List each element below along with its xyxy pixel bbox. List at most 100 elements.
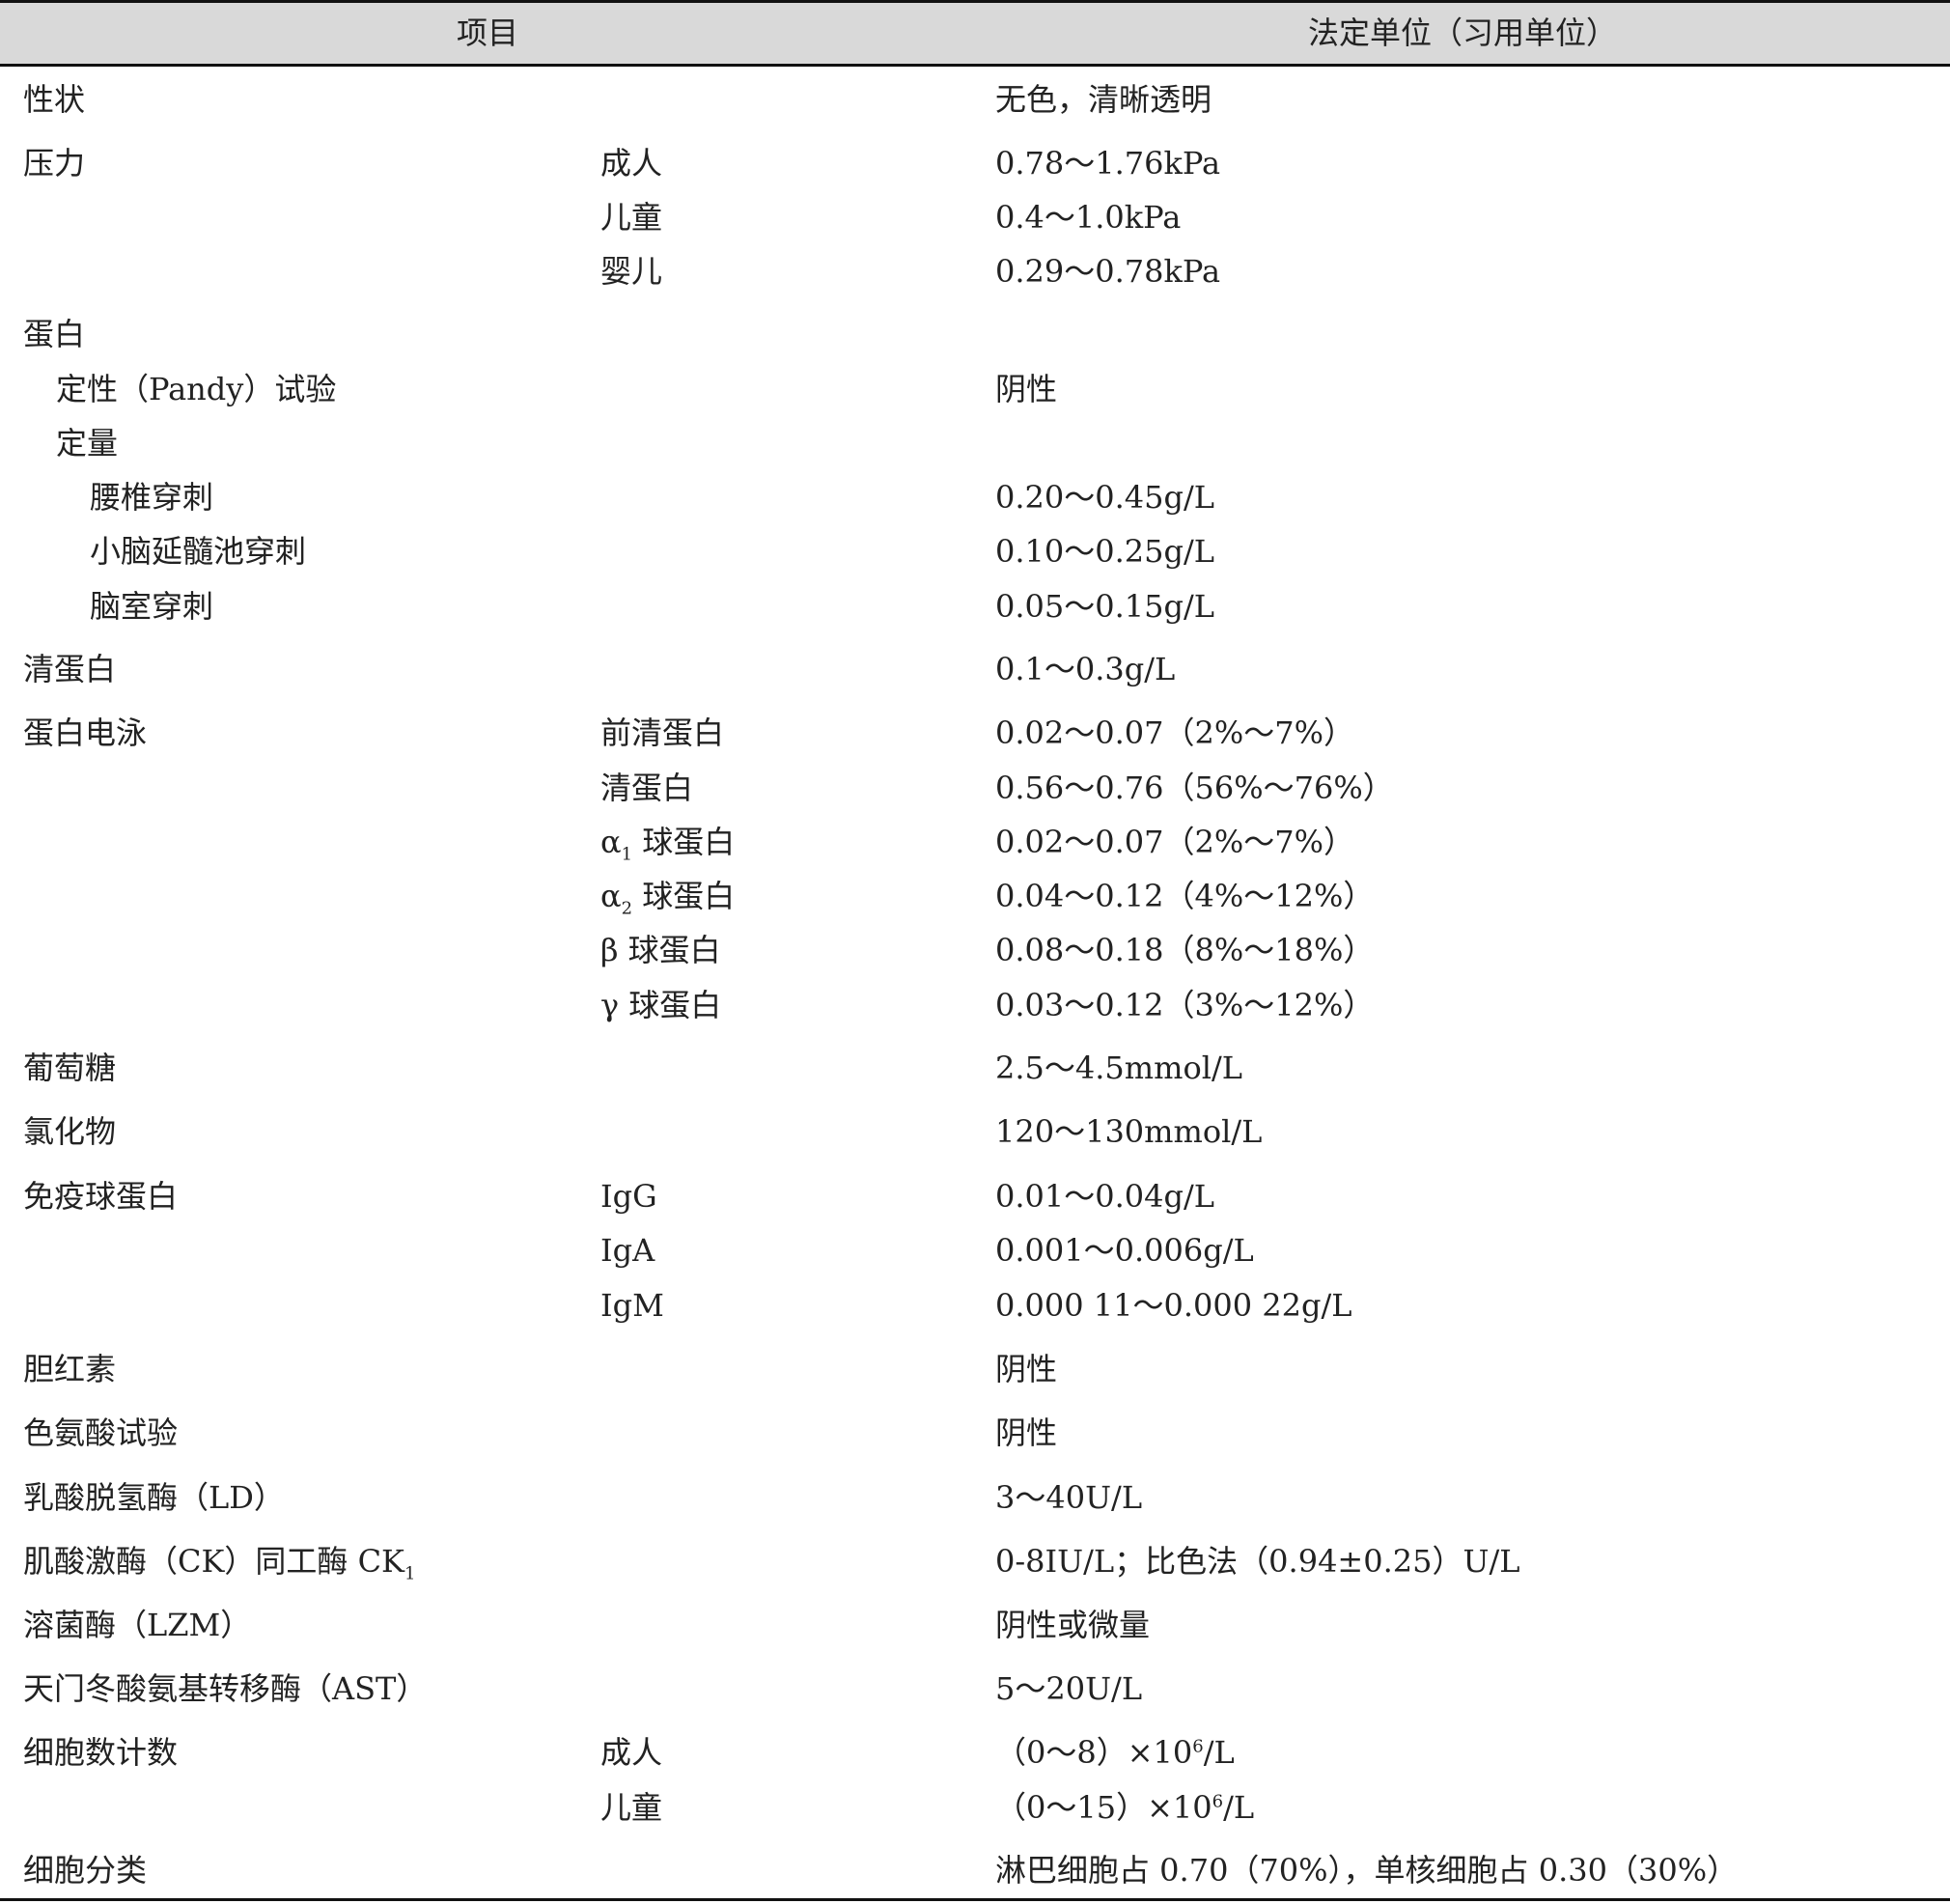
value-cell: 阴性 [995, 1414, 1058, 1451]
value-cell: 阴性 [995, 371, 1058, 407]
table-row: 清蛋白 0.1～0.3g/L [0, 642, 1950, 696]
item-cell: 天门冬酸氨基转移酶（AST） [23, 1670, 428, 1707]
subitem-cell: 婴儿 [600, 253, 663, 290]
subitem-cell: 儿童 [600, 1789, 663, 1826]
table-row: 乳酸脱氢酶（LD） 3～40U/L [0, 1470, 1950, 1525]
value-cell: 无色，清晰透明 [995, 81, 1212, 118]
item-cell: 定性（Pandy）试验 [56, 371, 337, 407]
table-row: 压力 成人 0.78～1.76kPa [0, 136, 1950, 190]
value-cell: 0.20～0.45g/L [995, 479, 1215, 516]
table-bottom-rule [0, 1898, 1950, 1901]
table-row: 葡萄糖 2.5～4.5mmol/L [0, 1041, 1950, 1095]
table-row: γ 球蛋白 0.03～0.12（3%～12%） [0, 978, 1950, 1032]
table-row: 蛋白 [0, 307, 1950, 361]
item-cell: 腰椎穿刺 [90, 479, 214, 516]
subitem-cell: γ 球蛋白 [600, 987, 722, 1023]
value-cell: 0.56～0.76（56%～76%） [995, 770, 1394, 806]
item-cell: 胆红素 [23, 1351, 117, 1387]
item-cell: 细胞数计数 [23, 1734, 179, 1771]
table-header-rule [0, 64, 1950, 67]
table-row: 天门冬酸氨基转移酶（AST） 5～20U/L [0, 1662, 1950, 1716]
item-cell: 压力 [23, 145, 86, 182]
table-row: 儿童 0.4～1.0kPa [0, 190, 1950, 244]
table-row: 胆红素 阴性 [0, 1342, 1950, 1396]
table-row: 定量 [0, 416, 1950, 470]
value-cell: 0.78～1.76kPa [995, 145, 1221, 182]
value-cell: 2.5～4.5mmol/L [995, 1050, 1243, 1086]
subitem-cell: 成人 [600, 145, 663, 182]
item-cell: 溶菌酶（LZM） [23, 1607, 252, 1643]
subitem-cell: IgM [600, 1287, 664, 1324]
item-cell: 肌酸激酶（CK）同工酶 CK1 [23, 1543, 416, 1584]
item-cell: 蛋白电泳 [23, 714, 148, 751]
subitem-cell: 成人 [600, 1734, 663, 1771]
value-cell: （0～15）×106/L [995, 1789, 1255, 1826]
item-cell: 脑室穿刺 [90, 588, 214, 625]
item-cell: 细胞分类 [23, 1852, 148, 1889]
value-cell: 0.05～0.15g/L [995, 588, 1215, 625]
table-row: 溶菌酶（LZM） 阴性或微量 [0, 1598, 1950, 1652]
table-header: 项目 法定单位（习用单位） [0, 3, 1950, 64]
table-row: α2 球蛋白 0.04～0.12（4%～12%） [0, 869, 1950, 923]
item-cell: 乳酸脱氢酶（LD） [23, 1479, 285, 1516]
table-row: 脑室穿刺 0.05～0.15g/L [0, 579, 1950, 633]
table-row: 婴儿 0.29～0.78kPa [0, 244, 1950, 298]
value-cell: 0.4～1.0kPa [995, 199, 1182, 236]
table-row: 蛋白电泳 前清蛋白 0.02～0.07（2%～7%） [0, 706, 1950, 760]
value-cell: 0.02～0.07（2%～7%） [995, 824, 1355, 860]
subitem-cell: 清蛋白 [600, 770, 694, 806]
value-cell: 0.29～0.78kPa [995, 253, 1221, 290]
table-row: 免疫球蛋白 IgG 0.01～0.04g/L [0, 1169, 1950, 1223]
value-cell: 0.03～0.12（3%～12%） [995, 987, 1375, 1023]
table-row: 细胞分类 淋巴细胞占 0.70（70%），单核细胞占 0.30（30%） [0, 1843, 1950, 1897]
item-cell: 清蛋白 [23, 651, 117, 687]
value-cell: 淋巴细胞占 0.70（70%），单核细胞占 0.30（30%） [995, 1852, 1739, 1889]
value-cell: 阴性 [995, 1351, 1058, 1387]
table-row: 性状 无色，清晰透明 [0, 72, 1950, 126]
value-cell: 0.04～0.12（4%～12%） [995, 878, 1375, 914]
header-item: 项目 [456, 14, 518, 51]
subitem-cell: IgG [600, 1178, 657, 1215]
item-cell: 葡萄糖 [23, 1050, 117, 1086]
value-cell: 0.08～0.18（8%～18%） [995, 932, 1375, 968]
table-row: 定性（Pandy）试验 阴性 [0, 362, 1950, 416]
value-cell: （0～8）×106/L [995, 1734, 1235, 1771]
value-cell: 0.10～0.25g/L [995, 533, 1215, 570]
reference-table: 项目 法定单位（习用单位） 性状 无色，清晰透明 压力 成人 0.78～1.76… [0, 0, 1950, 1904]
table-row: 清蛋白 0.56～0.76（56%～76%） [0, 761, 1950, 815]
subitem-cell: β 球蛋白 [600, 932, 721, 968]
header-unit: 法定单位（习用单位） [1307, 14, 1617, 51]
table-row: 肌酸激酶（CK）同工酶 CK1 0-8IU/L；比色法（0.94±0.25）U/… [0, 1534, 1950, 1588]
item-cell: 蛋白 [23, 316, 86, 352]
value-cell: 0.02～0.07（2%～7%） [995, 714, 1355, 751]
value-cell: 0.001～0.006g/L [995, 1232, 1254, 1269]
item-cell: 定量 [56, 425, 119, 462]
table-row: α1 球蛋白 0.02～0.07（2%～7%） [0, 815, 1950, 869]
item-cell: 氯化物 [23, 1113, 117, 1150]
value-cell: 0.01～0.04g/L [995, 1178, 1215, 1215]
table-row: IgM 0.000 11～0.000 22g/L [0, 1278, 1950, 1332]
table-row: 细胞数计数 成人 （0～8）×106/L [0, 1725, 1950, 1779]
value-cell: 0.000 11～0.000 22g/L [995, 1287, 1352, 1324]
item-cell: 免疫球蛋白 [23, 1178, 179, 1215]
value-cell: 5～20U/L [995, 1670, 1143, 1707]
item-cell: 性状 [23, 81, 86, 118]
subitem-cell: 前清蛋白 [600, 714, 725, 751]
table-row: IgA 0.001～0.006g/L [0, 1223, 1950, 1277]
item-cell: 小脑延髓池穿刺 [90, 533, 307, 570]
table-row: 小脑延髓池穿刺 0.10～0.25g/L [0, 524, 1950, 578]
table-row: 氯化物 120～130mmol/L [0, 1105, 1950, 1159]
item-cell: 色氨酸试验 [23, 1414, 179, 1451]
value-cell: 0-8IU/L；比色法（0.94±0.25）U/L [995, 1543, 1520, 1580]
value-cell: 120～130mmol/L [995, 1113, 1263, 1150]
table-row: β 球蛋白 0.08～0.18（8%～18%） [0, 923, 1950, 977]
table-row: 儿童 （0～15）×106/L [0, 1780, 1950, 1834]
subitem-cell: 儿童 [600, 199, 663, 236]
table-row: 腰椎穿刺 0.20～0.45g/L [0, 470, 1950, 524]
subitem-cell: IgA [600, 1232, 655, 1269]
subitem-cell: α2 球蛋白 [600, 878, 736, 919]
value-cell: 3～40U/L [995, 1479, 1143, 1516]
value-cell: 阴性或微量 [995, 1607, 1151, 1643]
table-row: 色氨酸试验 阴性 [0, 1406, 1950, 1460]
value-cell: 0.1～0.3g/L [995, 651, 1176, 687]
